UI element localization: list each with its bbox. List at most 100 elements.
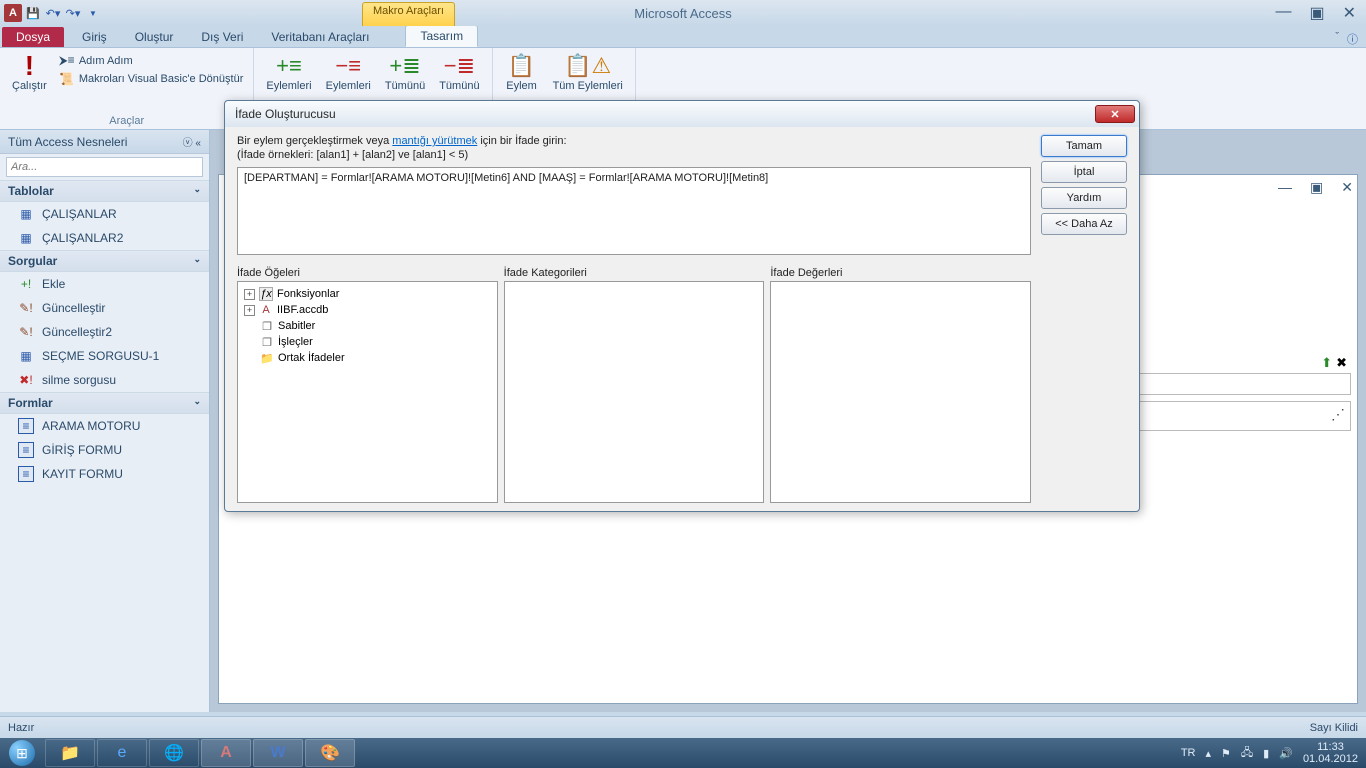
expand-icon[interactable]: + xyxy=(244,305,255,316)
system-tray: TR ▴ ⚑ 🖧 ▮ 🔊 11:33 01.04.2012 xyxy=(1173,741,1366,765)
help-button[interactable]: Yardım xyxy=(1041,187,1127,209)
taskbar-explorer[interactable]: 📁 xyxy=(45,739,95,767)
all-actions-label: Tüm Eylemleri xyxy=(553,80,623,92)
query-item[interactable]: ✖!silme sorgusu xyxy=(0,368,209,392)
action-catalog-button[interactable]: 📋Eylem xyxy=(501,52,543,94)
windows-taskbar: ⊞ 📁 e 🌐 A W 🎨 TR ▴ ⚑ 🖧 ▮ 🔊 11:33 01.04.2… xyxy=(0,738,1366,768)
mdi-minimize-icon[interactable]: ― xyxy=(1278,179,1292,196)
dialog-titlebar[interactable]: İfade Oluşturucusu ✕ xyxy=(225,101,1139,127)
table-item[interactable]: ▦ÇALIŞANLAR2 xyxy=(0,226,209,250)
minimize-icon[interactable]: ― xyxy=(1275,3,1291,23)
single-step-button[interactable]: ⮞≡Adım Adım xyxy=(57,52,246,69)
all-actions-icon: 📋⚠ xyxy=(564,54,611,78)
start-button[interactable]: ⊞ xyxy=(0,738,44,768)
form-item[interactable]: ≡KAYIT FORMU xyxy=(0,462,209,486)
form-icon: ≡ xyxy=(18,418,34,434)
navpane-header[interactable]: Tüm Access Nesneleri ⓥ « xyxy=(0,130,209,154)
expand-actions-button[interactable]: +≡ Eylemleri xyxy=(262,52,315,94)
collapse-all-button[interactable]: −≣Tümünü xyxy=(435,52,483,94)
browse-icon[interactable]: ⋰ xyxy=(1331,406,1344,423)
taskbar-word[interactable]: W xyxy=(253,739,303,767)
query-item[interactable]: ✎!Güncelleştir2 xyxy=(0,320,209,344)
tab-file[interactable]: Dosya xyxy=(2,27,64,47)
expression-builder-dialog: İfade Oluşturucusu ✕ Bir eylem gerçekleş… xyxy=(224,100,1140,512)
fx-icon: ƒx xyxy=(259,287,273,301)
tab-home[interactable]: Giriş xyxy=(68,27,121,47)
chevron-down-icon: ⓥ « xyxy=(183,134,201,149)
access-logo-icon[interactable]: A xyxy=(4,4,22,22)
convert-vb-button[interactable]: 📜Makroları Visual Basic'e Dönüştür xyxy=(57,71,246,87)
query-item[interactable]: ▦SEÇME SORGUSU-1 xyxy=(0,344,209,368)
tab-create[interactable]: Oluştur xyxy=(121,27,188,47)
qat-dropdown-icon[interactable]: ▼ xyxy=(84,4,102,22)
network-icon[interactable]: 🖧 xyxy=(1241,744,1253,763)
mdi-restore-icon[interactable]: ▣ xyxy=(1310,179,1323,196)
help-icon[interactable]: ⓘ xyxy=(1347,31,1358,47)
tray-up-icon[interactable]: ▴ xyxy=(1206,747,1212,760)
expand-all-icon: +≣ xyxy=(389,54,420,78)
run-label: Çalıştır xyxy=(12,80,47,92)
close-icon[interactable]: ✕ xyxy=(1343,3,1356,23)
collapse-actions-button[interactable]: −≡Eylemleri xyxy=(322,52,375,94)
taskbar-ie[interactable]: e xyxy=(97,739,147,767)
group-queries[interactable]: Sorgular⌄ xyxy=(0,250,209,272)
query-item[interactable]: ✎!Güncelleştir xyxy=(0,296,209,320)
form-icon: ≡ xyxy=(18,466,34,482)
move-up-icon[interactable]: ⬆ xyxy=(1321,355,1332,371)
dialog-close-button[interactable]: ✕ xyxy=(1095,105,1135,123)
expand-icon[interactable]: + xyxy=(244,289,255,300)
run-button[interactable]: ! Çalıştır xyxy=(8,52,51,94)
actions-add-label: Eylemleri xyxy=(266,80,311,92)
table-item[interactable]: ▦ÇALIŞANLAR xyxy=(0,202,209,226)
step-icon: ⮞≡ xyxy=(59,53,75,68)
cancel-button[interactable]: İptal xyxy=(1041,161,1127,183)
search-input[interactable] xyxy=(6,157,203,177)
clock[interactable]: 11:33 01.04.2012 xyxy=(1303,741,1358,765)
expand-all-button[interactable]: +≣Tümünü xyxy=(381,52,429,94)
plus-rows-icon: +≡ xyxy=(276,54,302,78)
tab-database-tools[interactable]: Veritabanı Araçları xyxy=(257,27,383,47)
lang-indicator[interactable]: TR xyxy=(1181,747,1196,759)
tab-external-data[interactable]: Dış Veri xyxy=(187,27,257,47)
dialog-example: (İfade örnekleri: [alan1] + [alan2] ve [… xyxy=(237,149,1031,161)
update-query-icon: ✎! xyxy=(18,324,34,340)
db-icon: A xyxy=(259,303,273,317)
taskbar-access[interactable]: A xyxy=(201,739,251,767)
status-ready: Hazır xyxy=(8,722,34,734)
status-bar: Hazır Sayı Kilidi xyxy=(0,716,1366,738)
common-icon: 📁 xyxy=(260,351,274,365)
query-item[interactable]: +!Ekle xyxy=(0,272,209,296)
ok-button[interactable]: Tamam xyxy=(1041,135,1127,157)
undo-icon[interactable]: ↶▾ xyxy=(44,4,62,22)
redo-icon[interactable]: ↷▾ xyxy=(64,4,82,22)
form-item[interactable]: ≡ARAMA MOTORU xyxy=(0,414,209,438)
app-title: Microsoft Access xyxy=(634,6,732,21)
volume-icon[interactable]: 🔊 xyxy=(1279,747,1293,760)
ribbon-minimize-icon[interactable]: ˇ xyxy=(1335,31,1339,47)
battery-icon[interactable]: ▮ xyxy=(1263,747,1269,760)
delete-icon[interactable]: ✖ xyxy=(1336,355,1347,371)
restore-icon[interactable]: ▣ xyxy=(1309,3,1324,23)
save-icon[interactable]: 💾 xyxy=(24,4,42,22)
navpane-search xyxy=(0,154,209,180)
table-icon: ▦ xyxy=(18,206,34,222)
group-forms[interactable]: Formlar⌄ xyxy=(0,392,209,414)
collapse-icon: ⌄ xyxy=(193,254,201,268)
form-item[interactable]: ≡GİRİŞ FORMU xyxy=(0,438,209,462)
less-button[interactable]: << Daha Az xyxy=(1041,213,1127,235)
dialog-instruction: Bir eylem gerçekleştirmek veya mantığı y… xyxy=(237,135,1031,147)
elements-tree[interactable]: +ƒxFonksiyonlar +AIIBF.accdb ❐Sabitler ❐… xyxy=(237,281,498,503)
convert-label: Makroları Visual Basic'e Dönüştür xyxy=(79,73,244,85)
group-tables[interactable]: Tablolar⌄ xyxy=(0,180,209,202)
flag-icon[interactable]: ⚑ xyxy=(1221,747,1231,760)
mdi-close-icon[interactable]: ✕ xyxy=(1341,179,1353,196)
values-list[interactable] xyxy=(770,281,1031,503)
logic-link[interactable]: mantığı yürütmek xyxy=(392,135,477,147)
categories-list[interactable] xyxy=(504,281,765,503)
window-controls: ― ▣ ✕ xyxy=(1275,3,1362,23)
tab-design[interactable]: Tasarım xyxy=(405,25,478,47)
show-all-actions-button[interactable]: 📋⚠ Tüm Eylemleri xyxy=(549,52,627,94)
taskbar-paint[interactable]: 🎨 xyxy=(305,739,355,767)
taskbar-chrome[interactable]: 🌐 xyxy=(149,739,199,767)
expression-textarea[interactable]: [DEPARTMAN] = Formlar![ARAMA MOTORU]![Me… xyxy=(237,167,1031,255)
